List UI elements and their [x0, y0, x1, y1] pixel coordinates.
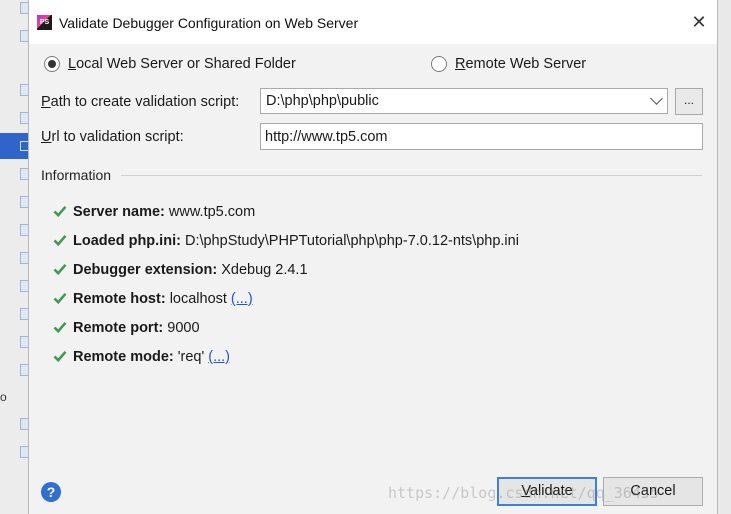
check-icon	[53, 263, 67, 276]
path-combobox[interactable]: D:\php\php\public	[260, 88, 668, 114]
info-value: www.tp5.com	[168, 204, 256, 220]
info-value: D:\phpStudy\PHPTutorial\php\php-7.0.12-n…	[184, 233, 519, 249]
info-value: 9000	[167, 320, 200, 336]
chevron-down-icon[interactable]	[650, 92, 663, 105]
radio-local-label: Local Web Server or Shared Folder	[68, 56, 296, 72]
url-input[interactable]: http://www.tp5.com	[260, 123, 703, 150]
info-value: Xdebug 2.4.1	[221, 262, 308, 278]
cancel-button[interactable]: Cancel	[603, 477, 703, 506]
radio-circle[interactable]	[44, 56, 60, 72]
section-divider	[121, 175, 702, 176]
check-icon	[53, 292, 67, 305]
info-key: Remote mode:	[73, 349, 174, 365]
tree-selected-row	[0, 133, 29, 159]
dialog-title: Validate Debugger Configuration on Web S…	[59, 15, 359, 31]
info-value: 'req'	[177, 349, 205, 365]
validate-button[interactable]: Validate	[497, 477, 597, 506]
path-label: Path to create validation script:	[41, 94, 240, 110]
path-value: D:\php\php\public	[266, 93, 379, 109]
info-key: Server name:	[73, 204, 165, 220]
info-value: localhost	[169, 291, 227, 307]
info-remote-mode: Remote mode: 'req' (...)	[53, 349, 230, 367]
check-icon	[53, 321, 67, 334]
info-key: Remote host:	[73, 291, 166, 307]
radio-remote-label: Remote Web Server	[455, 56, 587, 72]
info-key: Loaded php.ini:	[73, 233, 181, 249]
check-icon	[53, 205, 67, 218]
check-icon	[53, 234, 67, 247]
title-bar: PS Validate Debugger Configuration on We…	[29, 0, 717, 44]
info-key: Debugger extension:	[73, 262, 218, 278]
url-label: Url to validation script:	[41, 129, 184, 145]
remote-host-details-link[interactable]: (...)	[231, 291, 253, 307]
info-remote-host: Remote host: localhost (...)	[53, 291, 253, 309]
browse-button[interactable]: ...	[675, 88, 703, 115]
information-heading: Information	[41, 167, 112, 183]
remote-mode-details-link[interactable]: (...)	[208, 349, 230, 365]
validate-debugger-dialog: PS Validate Debugger Configuration on We…	[28, 0, 718, 514]
radio-selected-dot	[48, 60, 56, 68]
info-server-name: Server name: www.tp5.com	[53, 204, 255, 222]
info-loaded-php-ini: Loaded php.ini: D:\phpStudy\PHPTutorial\…	[53, 233, 519, 251]
radio-circle[interactable]	[431, 56, 447, 72]
info-key: Remote port:	[73, 320, 164, 336]
background-ide-panel: o	[0, 0, 31, 514]
url-value: http://www.tp5.com	[265, 129, 388, 145]
info-remote-port: Remote port: 9000	[53, 320, 200, 338]
info-debugger-extension: Debugger extension: Xdebug 2.4.1	[53, 262, 308, 280]
close-icon[interactable]: ✕	[687, 10, 711, 34]
background-text-fragment: o	[0, 390, 7, 404]
help-icon[interactable]: ?	[41, 482, 61, 502]
check-icon	[53, 350, 67, 363]
phpstorm-icon: PS	[37, 15, 52, 30]
